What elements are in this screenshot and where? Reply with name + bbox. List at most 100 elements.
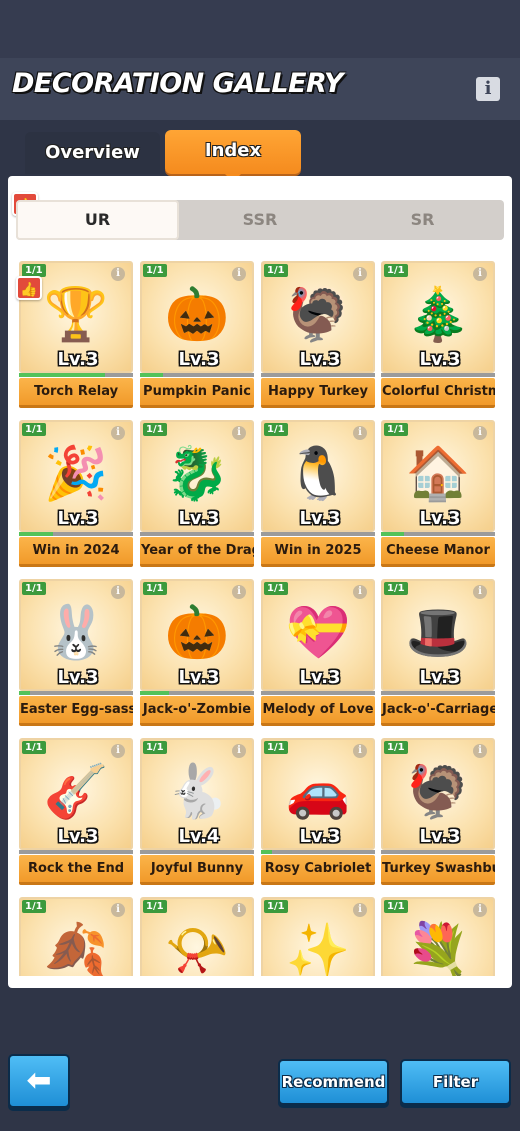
upgrade-progress-fill [19,691,31,695]
decoration-card[interactable]: 🎄 1/1 i Lv.3 Colorful Christmas [381,261,495,411]
decoration-card[interactable]: 🎸 1/1 i Lv.3 Rock the End [19,738,133,888]
upgrade-progress-bar [140,532,254,536]
decoration-art: 🏠 1/1 i Lv.3 [381,420,495,532]
back-button[interactable]: ⬅ [8,1054,70,1108]
owned-count-badge: 1/1 [143,582,167,595]
card-info-icon[interactable]: i [111,903,125,917]
filter-button[interactable]: Filter [400,1059,511,1105]
page-title: DECORATION GALLERY [12,68,343,99]
decoration-card[interactable]: 🦃 1/1 i Lv.3 Happy Turkey [261,261,375,411]
info-icon[interactable]: i [476,77,500,101]
decoration-card[interactable]: 🦃 1/1 i Lv.3 Turkey Swashbuckler [381,738,495,888]
thumbs-up-icon[interactable]: 👍 [16,276,42,300]
card-info-icon[interactable]: i [232,744,246,758]
card-info-icon[interactable]: i [232,585,246,599]
card-info-icon[interactable]: i [232,267,246,281]
decoration-art: 💝 1/1 i Lv.3 [261,579,375,691]
card-info-icon[interactable]: i [353,267,367,281]
decoration-card[interactable]: 🐰 1/1 i Lv.3 Easter Egg-sassin [19,579,133,729]
upgrade-progress-bar [19,373,133,377]
upgrade-progress-bar [381,373,495,377]
upgrade-progress-fill [19,532,54,536]
decoration-name: Win in 2024 [32,543,120,558]
decoration-card[interactable]: 🐉 1/1 i Lv.3 Year of the Dragon [140,420,254,570]
upgrade-progress-bar [19,532,133,536]
decoration-card[interactable]: 💐 1/1 i [381,897,495,976]
decoration-card[interactable]: 🐇 1/1 i Lv.4 Joyful Bunny [140,738,254,888]
level-label: Lv.3 [57,508,99,529]
level-label: Lv.3 [419,826,461,847]
decoration-image: 🐧 [285,444,351,504]
decoration-grid[interactable]: 🏆 1/1 i Lv.3 Torch Relay 🎃 1/1 i Lv.3 Pumpkin Pan… [19,261,499,976]
card-info-icon[interactable]: i [473,267,487,281]
card-info-icon[interactable]: i [473,903,487,917]
decoration-art: 🎃 1/1 i Lv.3 [140,261,254,373]
owned-count-badge: 1/1 [143,423,167,436]
tab-index[interactable]: Index [165,130,301,182]
decoration-image: 🐉 [164,444,230,504]
name-plate: Jack-o'-Carriage [381,696,495,726]
recommend-button[interactable]: Recommend [278,1059,389,1105]
upgrade-progress-bar [261,691,375,695]
decoration-card[interactable]: 🎃 1/1 i Lv.3 Pumpkin Panic [140,261,254,411]
level-label: Lv.4 [178,826,220,847]
decoration-name: Happy Turkey [268,384,368,399]
card-info-icon[interactable]: i [473,744,487,758]
decoration-card[interactable]: 🎃 1/1 i Lv.3 Jack-o'-Zombie [140,579,254,729]
decoration-card[interactable]: 🎉 1/1 i Lv.3 Win in 2024 [19,420,133,570]
owned-count-badge: 1/1 [264,900,288,913]
card-info-icon[interactable]: i [353,903,367,917]
decoration-card[interactable]: 📯 1/1 i [140,897,254,976]
rarity-tab-ssr[interactable]: SSR [179,200,341,240]
owned-count-badge: 1/1 [384,582,408,595]
decoration-card[interactable]: ✨ 1/1 i [261,897,375,976]
owned-count-badge: 1/1 [384,741,408,754]
decoration-card[interactable]: 🍂 1/1 i [19,897,133,976]
card-info-icon[interactable]: i [473,585,487,599]
decoration-name: Pumpkin Panic [143,384,251,399]
name-plate: Rosy Cabriolet [261,855,375,885]
decoration-image: 🐇 [164,762,230,822]
card-info-icon[interactable]: i [353,426,367,440]
level-label: Lv.3 [299,349,341,370]
decoration-name: Rock the End [27,861,125,876]
card-info-icon[interactable]: i [111,426,125,440]
upgrade-progress-bar [261,373,375,377]
decoration-card[interactable]: 🎩 1/1 i Lv.3 Jack-o'-Carriage [381,579,495,729]
owned-count-badge: 1/1 [143,900,167,913]
decoration-image: 🦃 [285,285,351,345]
level-label: Lv.3 [57,826,99,847]
card-info-icon[interactable]: i [353,744,367,758]
decoration-card[interactable]: 🏠 1/1 i Lv.3 Cheese Manor [381,420,495,570]
card-info-icon[interactable]: i [111,744,125,758]
card-info-icon[interactable]: i [232,426,246,440]
decoration-card[interactable]: 💝 1/1 i Lv.3 Melody of Love [261,579,375,729]
decoration-art: 💐 1/1 i [381,897,495,976]
decoration-art: 📯 1/1 i [140,897,254,976]
name-plate: Joyful Bunny [140,855,254,885]
decoration-image: 💐 [405,921,471,976]
rarity-tab-ur[interactable]: UR [16,200,179,240]
card-info-icon[interactable]: i [111,585,125,599]
owned-count-badge: 1/1 [22,582,46,595]
owned-count-badge: 1/1 [264,582,288,595]
card-info-icon[interactable]: i [473,426,487,440]
upgrade-progress-bar [19,850,133,854]
gallery-panel: 👍 UR SSR SR 🏆 1/1 i Lv.3 Torch Relay 🎃 1/1 i Lv.… [8,176,512,988]
name-plate: Torch Relay [19,378,133,408]
card-info-icon[interactable]: i [232,903,246,917]
name-plate: Year of the Dragon [140,537,254,567]
owned-count-badge: 1/1 [264,264,288,277]
level-label: Lv.3 [419,508,461,529]
decoration-card[interactable]: 🐧 1/1 i Lv.3 Win in 2025 [261,420,375,570]
decoration-name: Colorful Christmas [382,384,495,399]
card-info-icon[interactable]: i [111,267,125,281]
name-plate: Win in 2025 [261,537,375,567]
level-label: Lv.3 [57,349,99,370]
rarity-tab-sr[interactable]: SR [341,200,504,240]
level-label: Lv.3 [299,667,341,688]
tab-overview[interactable]: Overview [25,132,160,174]
decoration-card[interactable]: 🚗 1/1 i Lv.3 Rosy Cabriolet [261,738,375,888]
owned-count-badge: 1/1 [143,264,167,277]
card-info-icon[interactable]: i [353,585,367,599]
